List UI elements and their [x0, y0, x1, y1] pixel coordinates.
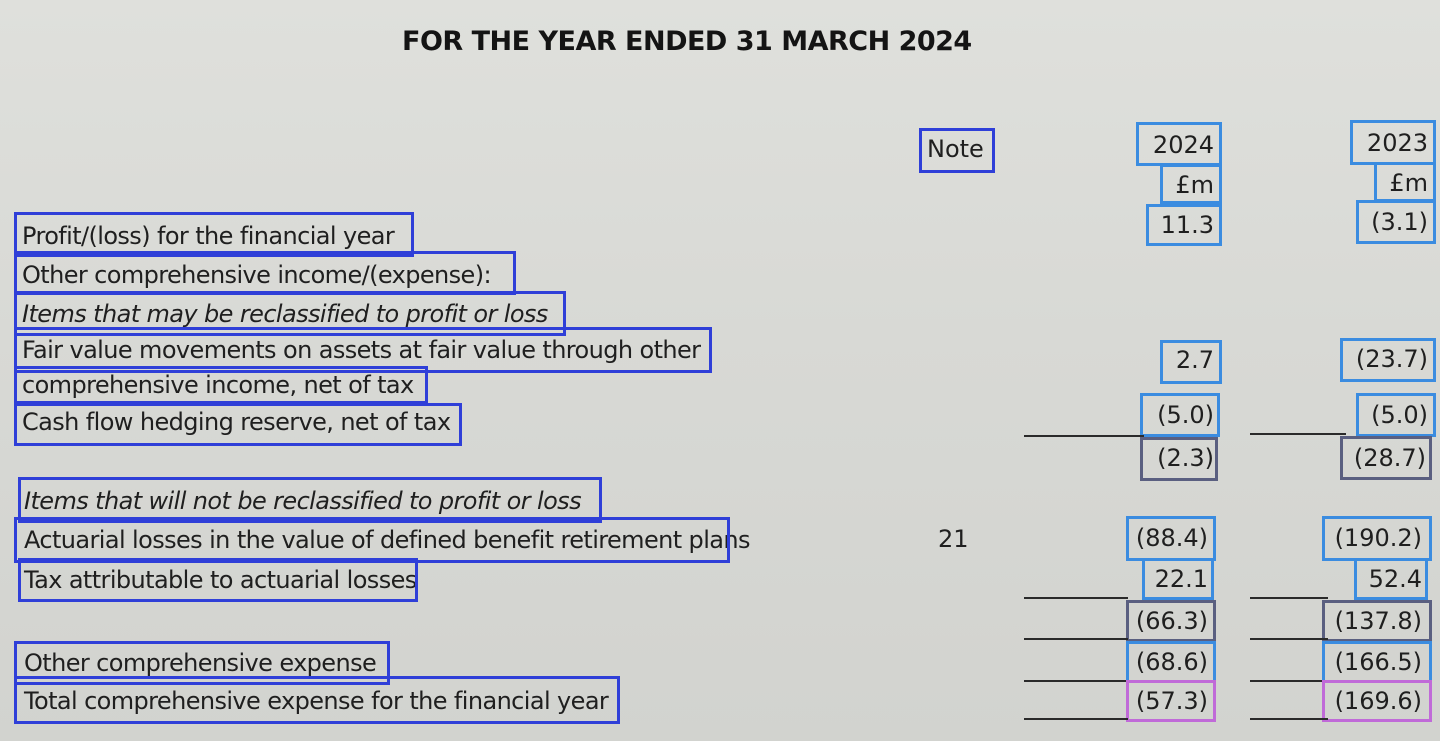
- actuarial-losses-note: 21: [938, 525, 969, 553]
- total-comprehensive-expense-2023-box: [1322, 680, 1432, 722]
- oce-rule-2024: [1024, 638, 1128, 640]
- tax-attributable-2024-box: [1142, 558, 1214, 600]
- subtotal-1-2024-box: [1140, 437, 1218, 481]
- cash-flow-hedging-label-box: [14, 403, 462, 446]
- subtotal-2-rule-2023: [1250, 597, 1328, 599]
- subtotal-2-2023-box: [1322, 600, 1432, 642]
- subtotal-1-rule-2023: [1250, 433, 1346, 435]
- actuarial-losses-2023-box: [1322, 516, 1432, 561]
- unit-2024-header-box: [1160, 164, 1222, 204]
- tax-attributable-2023-box: [1354, 558, 1428, 600]
- statement-title: FOR THE YEAR ENDED 31 MARCH 2024: [402, 26, 972, 57]
- note-header-box: [919, 128, 995, 173]
- total-rule-2024: [1024, 680, 1128, 682]
- other-comprehensive-expense-2024-box: [1126, 641, 1216, 683]
- cash-flow-hedging-2023-box: [1356, 393, 1436, 437]
- year-2023-header-box: [1350, 120, 1436, 165]
- oce-rule-2023: [1250, 638, 1328, 640]
- actuarial-losses-2024-box: [1126, 516, 1216, 561]
- subtotal-2-rule-2024: [1024, 597, 1128, 599]
- tax-attributable-label-box: [18, 558, 418, 602]
- fair-value-label-line2-box: [14, 366, 428, 404]
- unit-2023-header-box: [1374, 162, 1436, 202]
- year-2024-header-box: [1136, 122, 1222, 166]
- total-comprehensive-expense-label-box: [14, 676, 620, 724]
- profit-2024-box: [1146, 204, 1222, 246]
- subtotal-2-2024-box: [1126, 600, 1216, 642]
- subtotal-1-2023-box: [1340, 436, 1432, 480]
- double-rule-2024: [1024, 718, 1128, 720]
- other-comprehensive-expense-2023-box: [1322, 641, 1432, 683]
- oci-label-box: [14, 251, 516, 295]
- actuarial-losses-label-box: [14, 517, 730, 563]
- cash-flow-hedging-2024-box: [1140, 393, 1220, 437]
- total-comprehensive-expense-2024-box: [1126, 680, 1216, 722]
- financial-statement-page: FOR THE YEAR ENDED 31 MARCH 2024 Note 20…: [0, 0, 1440, 741]
- subtotal-1-rule-2024: [1024, 435, 1144, 437]
- double-rule-2023: [1250, 718, 1328, 720]
- fair-value-2023-box: [1340, 338, 1436, 382]
- fair-value-2024-box: [1160, 340, 1222, 384]
- total-rule-2023: [1250, 680, 1328, 682]
- profit-2023-box: [1356, 200, 1436, 244]
